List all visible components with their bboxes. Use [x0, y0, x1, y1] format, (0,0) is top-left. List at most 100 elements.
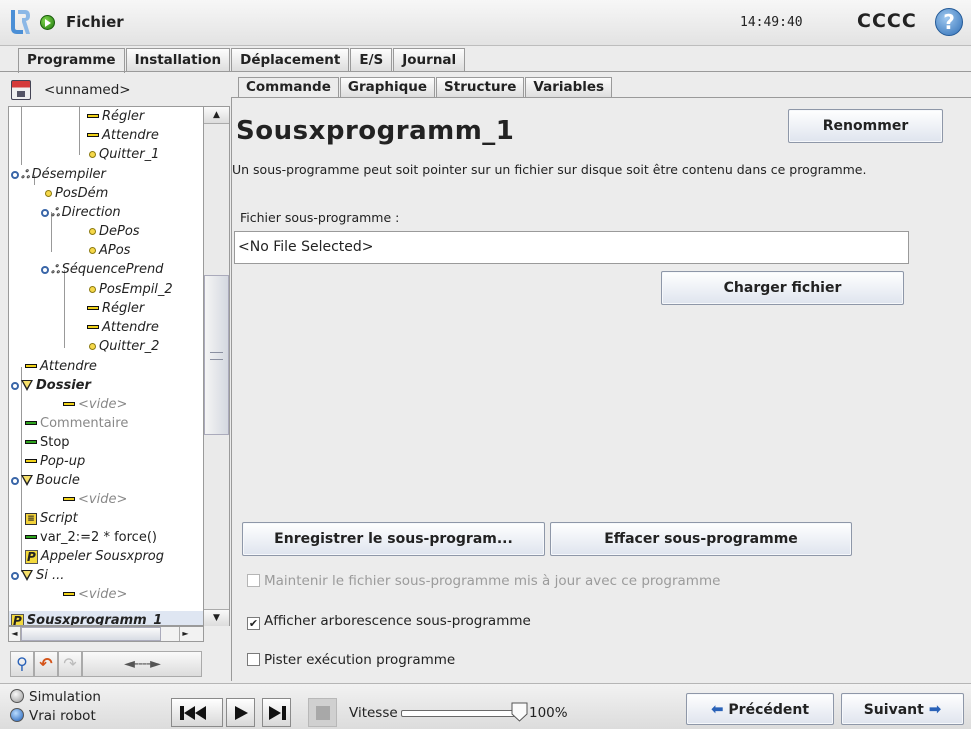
speed-slider-thumb[interactable]	[511, 702, 528, 722]
subprogram-file-field[interactable]: <No File Selected>	[234, 231, 909, 264]
track-execution-checkbox[interactable]: Pister exécution programme	[247, 651, 455, 669]
tree-horizontal-scrollbar[interactable]: ◄ ►	[8, 626, 204, 642]
title-bar: Fichier 14:49:40 CCCC ?	[0, 0, 971, 46]
tree-node[interactable]: <vide>	[63, 395, 127, 414]
rename-button[interactable]: Renommer	[788, 109, 943, 143]
clear-subprogram-button[interactable]: Effacer sous-programme	[550, 522, 852, 556]
speed-slider-track[interactable]	[401, 710, 515, 717]
tab-commande[interactable]: Commande	[238, 77, 339, 99]
expand-range-icon[interactable]: ◄----►	[82, 651, 202, 677]
tree-node[interactable]: Régler	[87, 107, 144, 126]
real-robot-radio[interactable]: Vrai robot	[10, 708, 96, 724]
save-program-icon[interactable]	[11, 80, 31, 100]
tree-node[interactable]: ஃ Désempiler	[11, 165, 106, 184]
speed-label: Vitesse	[349, 705, 398, 721]
previous-button[interactable]: ⬅ Précédent	[686, 693, 834, 725]
play-button[interactable]	[226, 698, 255, 727]
tree-node[interactable]: Attendre	[25, 357, 97, 376]
scroll-up-arrow-icon[interactable]: ▲	[204, 107, 229, 124]
rewind-icon	[184, 706, 195, 720]
tree-node[interactable]: <vide>	[63, 490, 127, 509]
tab-deplacement[interactable]: Déplacement	[231, 48, 350, 72]
radio-on-icon	[10, 708, 24, 722]
scroll-down-arrow-icon[interactable]: ▼	[204, 609, 229, 626]
file-menu[interactable]: Fichier	[66, 13, 124, 31]
scroll-right-arrow-icon[interactable]: ►	[179, 627, 191, 641]
set-icon	[87, 113, 99, 118]
scroll-left-arrow-icon[interactable]: ◄	[9, 627, 21, 641]
tree-node[interactable]: Régler	[87, 299, 144, 318]
tab-es[interactable]: E/S	[350, 48, 393, 72]
next-button[interactable]: Suivant ➡	[841, 693, 964, 725]
clock: 14:49:40	[740, 15, 803, 30]
popup-icon	[25, 458, 37, 463]
checkbox-label: Pister exécution programme	[264, 652, 456, 668]
load-file-button[interactable]: Charger fichier	[661, 271, 904, 305]
search-icon[interactable]: ⚲	[10, 651, 34, 677]
run-status-icon[interactable]	[40, 15, 55, 30]
collapse-pin-icon[interactable]	[41, 208, 49, 217]
tree-node[interactable]: Quitter_2	[89, 337, 159, 356]
tree-node[interactable]: Stop	[25, 433, 70, 452]
program-header: <unnamed>	[8, 77, 230, 103]
keep-file-updated-checkbox[interactable]: Maintenir le fichier sous-programme mis …	[247, 572, 720, 590]
collapse-pin-icon[interactable]	[11, 476, 19, 485]
folder-icon	[21, 380, 33, 391]
tree-node[interactable]: Commentaire	[25, 414, 128, 433]
program-name: <unnamed>	[44, 82, 131, 98]
tree-node[interactable]: ஃ Direction	[41, 203, 121, 222]
tree-node[interactable]: PosDém	[45, 184, 108, 203]
tree-node[interactable]: Attendre	[87, 318, 159, 337]
script-icon: ≡	[25, 512, 37, 525]
rewind-button[interactable]	[171, 698, 223, 727]
tab-journal[interactable]: Journal	[393, 48, 466, 72]
waypoint-icon	[89, 151, 96, 158]
wait-icon	[87, 324, 99, 329]
tree-vertical-scrollbar[interactable]: ▲ ▼	[204, 106, 230, 626]
simulation-radio[interactable]: Simulation	[10, 689, 101, 705]
tab-graphique[interactable]: Graphique	[339, 77, 436, 98]
tree-node[interactable]: Quitter_1	[89, 145, 159, 164]
tree-node[interactable]: ஃ SéquencePrend	[41, 260, 163, 279]
tree-node[interactable]: DePos	[89, 222, 140, 241]
step-button[interactable]	[262, 698, 291, 727]
tree-node[interactable]: P Appeler Sousxprog	[25, 547, 164, 566]
show-tree-checkbox[interactable]: ✔ Afficher arborescence sous-programme	[247, 612, 531, 630]
call-subprogram-icon: P	[25, 549, 38, 564]
tree-node[interactable]: PosEmpil_2	[89, 280, 173, 299]
tab-programme[interactable]: Programme	[18, 48, 125, 73]
help-icon[interactable]: ?	[935, 8, 963, 36]
tree-node[interactable]: APos	[89, 241, 130, 260]
tree-node[interactable]: Attendre	[87, 126, 159, 145]
stop-button[interactable]	[308, 698, 337, 727]
undo-icon[interactable]: ↶	[34, 651, 58, 677]
tree-node[interactable]: <vide>	[63, 585, 127, 604]
loop-icon	[21, 475, 33, 486]
tree-node-selected[interactable]: P Sousxprogramm_1	[11, 611, 162, 625]
waypoint-icon	[89, 343, 96, 350]
previous-label: Précédent	[728, 702, 810, 718]
tree-node[interactable]: Si ...	[11, 566, 64, 585]
save-subprogram-button[interactable]: Enregistrer le sous-program...	[242, 522, 545, 556]
collapse-pin-icon[interactable]	[41, 265, 49, 274]
tab-divider	[0, 71, 971, 72]
tree-node[interactable]: Dossier	[11, 376, 91, 395]
tab-variables[interactable]: Variables	[525, 77, 613, 98]
tree-node[interactable]: var_2:=2 * force()	[25, 528, 157, 547]
collapse-pin-icon[interactable]	[11, 381, 19, 390]
collapse-pin-icon[interactable]	[11, 170, 19, 179]
stop-icon	[316, 706, 330, 720]
tree-node[interactable]: ≡ Script	[25, 509, 78, 528]
tab-structure[interactable]: Structure	[436, 77, 525, 98]
program-tree[interactable]: Régler Attendre Quitter_1 ஃ Désempiler Po…	[8, 106, 204, 626]
scroll-thumb[interactable]	[21, 627, 161, 641]
radio-label: Simulation	[29, 689, 101, 705]
redo-icon[interactable]: ↷	[58, 651, 82, 677]
robot-name: CCCC	[857, 10, 917, 32]
scroll-thumb[interactable]	[204, 275, 229, 435]
tab-installation[interactable]: Installation	[125, 48, 231, 72]
empty-icon	[63, 401, 75, 406]
tree-node[interactable]: Boucle	[11, 471, 80, 490]
tree-node[interactable]: Pop-up	[25, 452, 85, 471]
collapse-pin-icon[interactable]	[11, 571, 19, 580]
